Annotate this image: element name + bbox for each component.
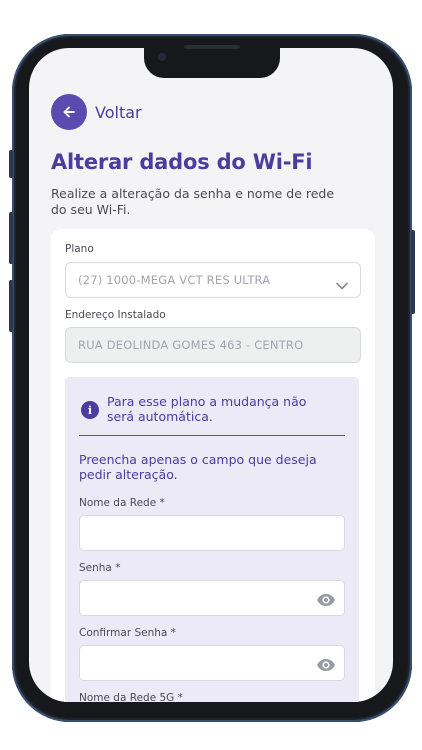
volume-up-button [9, 212, 13, 264]
endereco-label: Endereço Instalado [65, 309, 166, 321]
wifi-form-card: Plano (27) 1000-MEGA VCT RES ULTRA Ender… [51, 229, 375, 702]
chevron-down-icon [336, 275, 348, 294]
confirmar-senha-input[interactable] [79, 645, 345, 681]
header: Voltar Alterar dados do Wi-Fi Realize a … [51, 94, 377, 218]
change-request-panel: i Para esse plano a mudança não será aut… [65, 377, 359, 702]
back-button[interactable]: Voltar [51, 94, 377, 130]
back-label: Voltar [95, 102, 142, 122]
speaker [184, 45, 240, 49]
plano-value: (27) 1000-MEGA VCT RES ULTRA [78, 273, 271, 287]
camera [158, 53, 166, 61]
plano-select[interactable]: (27) 1000-MEGA VCT RES ULTRA [65, 262, 361, 298]
divider [79, 435, 345, 436]
plano-label: Plano [65, 243, 94, 255]
app-screen: Voltar Alterar dados do Wi-Fi Realize a … [29, 48, 393, 702]
nome-rede-label: Nome da Rede * [79, 497, 165, 509]
endereco-value: RUA DEOLINDA GOMES 463 - CENTRO [78, 338, 304, 352]
page-subtitle: Realize a alteração da senha e nome de r… [51, 186, 335, 217]
eye-icon[interactable] [316, 657, 336, 676]
page-title: Alterar dados do Wi-Fi [51, 150, 313, 174]
info-icon: i [81, 401, 99, 419]
mute-switch [9, 150, 13, 178]
power-button [411, 230, 415, 314]
confirmar-senha-label: Confirmar Senha * [79, 627, 176, 639]
eye-icon[interactable] [316, 592, 336, 611]
instruction-text: Preencha apenas o campo que deseja pedir… [79, 452, 317, 482]
senha-label: Senha * [79, 562, 121, 574]
nome-rede-input[interactable] [79, 515, 345, 551]
nome-rede-5g-label: Nome da Rede 5G * [79, 692, 183, 702]
senha-input[interactable] [79, 580, 345, 616]
notch [144, 40, 280, 78]
arrow-left-icon [51, 94, 87, 130]
endereco-field: RUA DEOLINDA GOMES 463 - CENTRO [65, 327, 361, 363]
notice-text: Para esse plano a mudança não será autom… [107, 394, 307, 424]
volume-down-button [9, 280, 13, 332]
